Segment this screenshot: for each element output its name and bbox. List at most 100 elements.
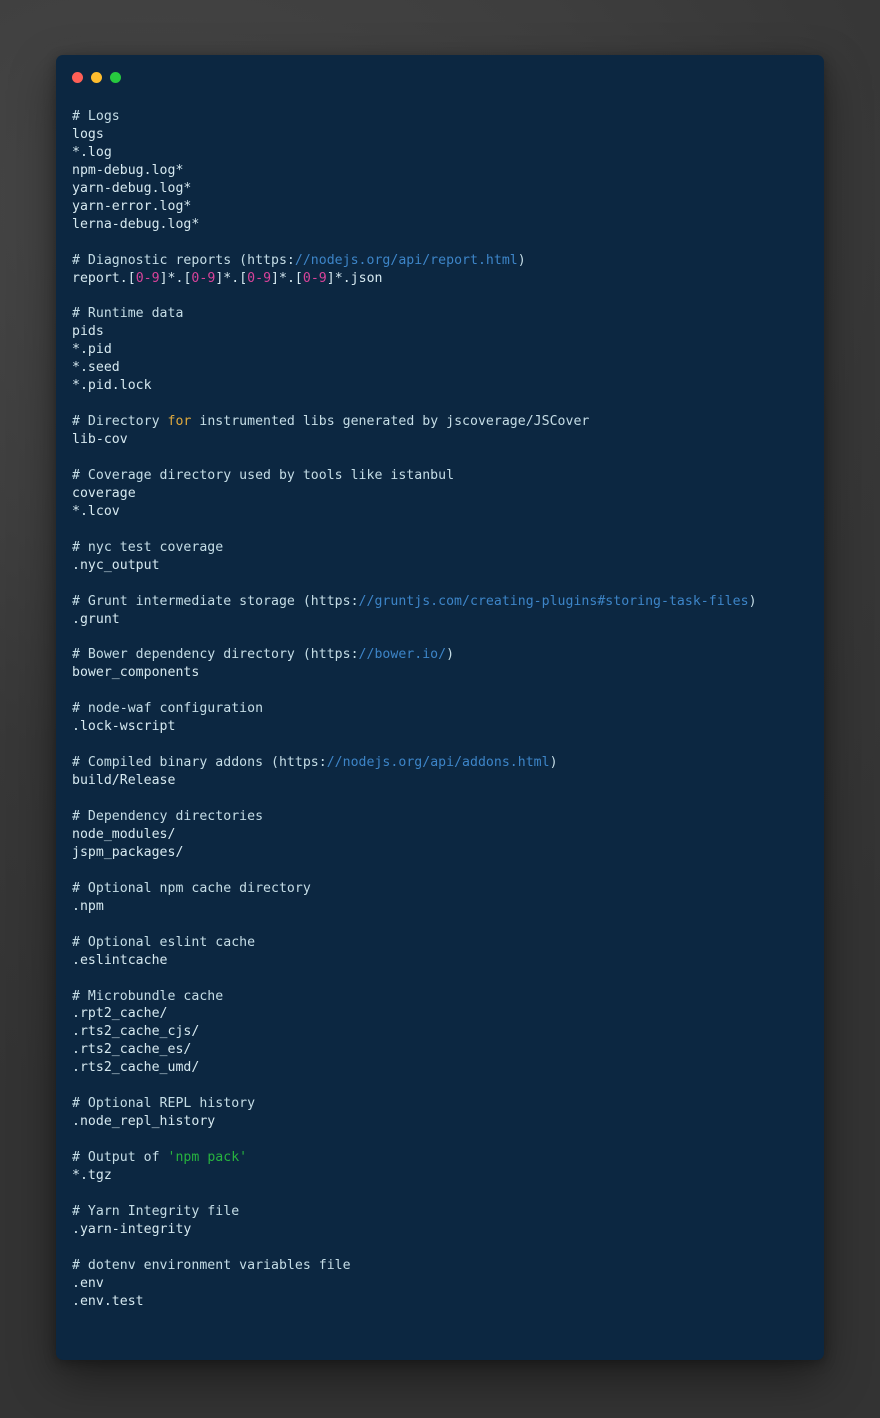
code-line: .lock-wscript — [72, 718, 806, 736]
zoom-button[interactable] — [110, 71, 121, 83]
code-line: *.log — [72, 144, 806, 162]
code-line: # Bower dependency directory (https://bo… — [72, 646, 806, 664]
code-line: .nyc_output — [72, 557, 806, 575]
code-token-pl: .lock-wscript — [72, 719, 176, 735]
window-titlebar — [56, 55, 824, 99]
code-line: .rpt2_cache/ — [72, 1005, 806, 1023]
code-token-pl: report.[ — [72, 270, 136, 286]
code-line: # Runtime data — [72, 305, 806, 323]
code-token-pl: bower_components — [72, 665, 200, 681]
code-line: .eslintcache — [72, 952, 806, 970]
code-token-pl: *.pid — [72, 342, 112, 358]
code-token-cm: # Optional eslint cache — [72, 934, 256, 950]
code-line: *.seed — [72, 359, 806, 377]
code-token-pl: npm-debug.log* — [72, 162, 184, 178]
code-token-num: 0-9 — [302, 270, 327, 286]
code-token-cm: # Logs — [72, 109, 120, 124]
code-line: # nyc test coverage — [72, 539, 806, 557]
code-token-url: //bower.io/ — [358, 647, 447, 663]
code-token-num: 0-9 — [191, 270, 216, 286]
code-line: report.[0-9]*.[0-9]*.[0-9]*.[0-9]*.json — [72, 270, 806, 288]
code-token-pl: .npm — [72, 898, 104, 914]
code-token-pl: .rts2_cache_cjs/ — [72, 1024, 200, 1040]
code-line: lib-cov — [72, 431, 806, 449]
code-snippet-window: # Logs logs *.log npm-debug.log* yarn-debug.… — [56, 55, 824, 1360]
code-token-num: 0-9 — [247, 270, 272, 286]
code-token-pl: coverage — [72, 485, 136, 501]
code-token-cm: # Optional npm cache directory — [72, 880, 311, 896]
code-token-pl: ]*.[ — [159, 270, 192, 286]
code-line: npm-debug.log* — [72, 162, 806, 180]
code-token-pl: ]*.[ — [271, 270, 303, 286]
code-token-pl: .rpt2_cache/ — [72, 1006, 168, 1022]
code-line: # Optional REPL history — [72, 1095, 806, 1113]
code-token-url: //nodejs.org/api/addons.html — [326, 755, 550, 771]
code-token-pl: .grunt — [72, 611, 120, 627]
code-token-cm: # Diagnostic reports (https: — [72, 252, 295, 268]
code-token-pl: .env — [72, 1275, 104, 1291]
code-token-cm: # Yarn Integrity file — [72, 1203, 240, 1219]
code-line: *.pid.lock — [72, 377, 806, 395]
code-line: .rts2_cache_umd/ — [72, 1059, 806, 1077]
code-line: coverage — [72, 485, 806, 503]
code-line: # Output of 'npm pack' — [72, 1149, 806, 1167]
code-token-pl: ]*.json — [326, 270, 383, 286]
code-token-pl: .env.test — [72, 1293, 144, 1309]
code-token-pl: node_modules/ — [72, 826, 176, 842]
code-token-pl: .eslintcache — [72, 952, 168, 968]
code-line: .node_repl_history — [72, 1113, 806, 1131]
code-line: bower_components — [72, 664, 806, 682]
code-line: # Directory for instrumented libs genera… — [72, 413, 806, 431]
code-line: jspm_packages/ — [72, 844, 806, 862]
code-token-url: //gruntjs.com/creating-plugins#storing-t… — [358, 593, 749, 609]
code-token-url: //nodejs.org/api/report.html — [294, 252, 518, 268]
code-line: # Microbundle cache — [72, 988, 806, 1006]
code-token-pl: logs — [72, 126, 104, 142]
code-token-cm: # Output of — [72, 1150, 168, 1166]
close-button[interactable] — [72, 71, 83, 83]
code-line: .rts2_cache_es/ — [72, 1041, 806, 1059]
code-line: # Optional eslint cache — [72, 934, 806, 952]
code-token-pl: lib-cov — [72, 432, 128, 448]
code-token-cm: # Microbundle cache — [72, 988, 224, 1004]
code-token-cm: # Runtime data — [72, 306, 184, 322]
code-token-pl: .rts2_cache_umd/ — [72, 1060, 200, 1076]
code-token-cm: # Grunt intermediate storage (https: — [72, 593, 359, 609]
code-token-cm: # Compiled binary addons (https: — [72, 755, 327, 771]
code-token-cm: # Bower dependency directory (https: — [72, 647, 359, 663]
code-line: # Diagnostic reports (https://nodejs.org… — [72, 252, 806, 270]
code-token-pl: *.lcov — [72, 503, 120, 519]
code-line: *.tgz — [72, 1167, 806, 1185]
code-line: yarn-error.log* — [72, 198, 806, 216]
code-line: yarn-debug.log* — [72, 180, 806, 198]
code-line: .yarn-integrity — [72, 1221, 806, 1239]
code-token-pl: *.pid.lock — [72, 378, 152, 394]
code-line: # Logs — [72, 108, 806, 126]
code-block[interactable]: # Logs logs *.log npm-debug.log* yarn-debug.… — [56, 99, 824, 1311]
code-token-cm: # dotenv environment variables file — [72, 1257, 351, 1273]
code-line: lerna-debug.log* — [72, 216, 806, 234]
code-token-num: 0-9 — [135, 270, 160, 286]
code-line: # Dependency directories — [72, 808, 806, 826]
code-line: .rts2_cache_cjs/ — [72, 1023, 806, 1041]
code-line: .npm — [72, 898, 806, 916]
code-line: pids — [72, 323, 806, 341]
code-line: # Grunt intermediate storage (https://gr… — [72, 593, 806, 611]
code-token-pl: lerna-debug.log* — [72, 216, 200, 232]
minimize-button[interactable] — [91, 71, 102, 83]
code-token-str: 'npm pack' — [167, 1150, 248, 1166]
code-token-pl: build/Release — [72, 773, 176, 789]
